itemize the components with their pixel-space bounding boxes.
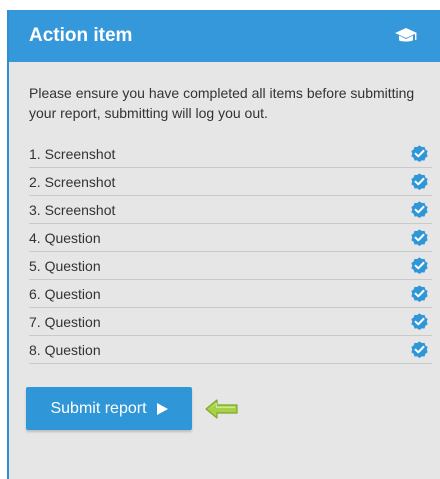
left-arrow-icon (205, 399, 238, 419)
check-badge-icon (411, 285, 428, 302)
checklist-item-label: 4. Question (29, 229, 101, 246)
checklist-item-label: 1. Screenshot (29, 145, 116, 162)
instructions-text: Please ensure you have completed all ite… (29, 85, 415, 121)
checklist-item-label: 8. Question (29, 341, 101, 358)
checklist-item: 4. Question (29, 224, 432, 252)
submit-report-label: Submit report (50, 399, 147, 417)
checklist-item-label: 6. Question (29, 285, 101, 302)
play-icon (156, 402, 168, 415)
check-badge-icon (411, 201, 428, 218)
checklist-item: 5. Question (29, 252, 432, 280)
checklist-item: 6. Question (29, 280, 432, 308)
check-badge-icon (411, 257, 428, 274)
checklist-item-label: 2. Screenshot (29, 173, 116, 190)
check-badge-icon (411, 173, 428, 190)
panel-header: Action item (9, 10, 440, 62)
checklist-item-label: 7. Question (29, 313, 101, 330)
checklist-item-label: 5. Question (29, 257, 101, 274)
check-badge-icon (411, 313, 428, 330)
checklist-item: 1. Screenshot (29, 140, 432, 168)
checklist-item-label: 3. Screenshot (29, 201, 116, 218)
checklist: 1. Screenshot 2. Screenshot 3. Screensho… (29, 140, 432, 364)
check-badge-icon (411, 341, 428, 358)
submit-report-button[interactable]: Submit report (26, 387, 192, 430)
action-item-panel: Action item Please ensure you have compl… (7, 10, 440, 479)
check-badge-icon (411, 229, 428, 246)
checklist-item: 8. Question (29, 336, 432, 364)
graduation-cap-icon (395, 28, 417, 42)
check-badge-icon (411, 145, 428, 162)
checklist-item: 2. Screenshot (29, 168, 432, 196)
checklist-item: 3. Screenshot (29, 196, 432, 224)
checklist-item: 7. Question (29, 308, 432, 336)
panel-title: Action item (29, 25, 133, 46)
